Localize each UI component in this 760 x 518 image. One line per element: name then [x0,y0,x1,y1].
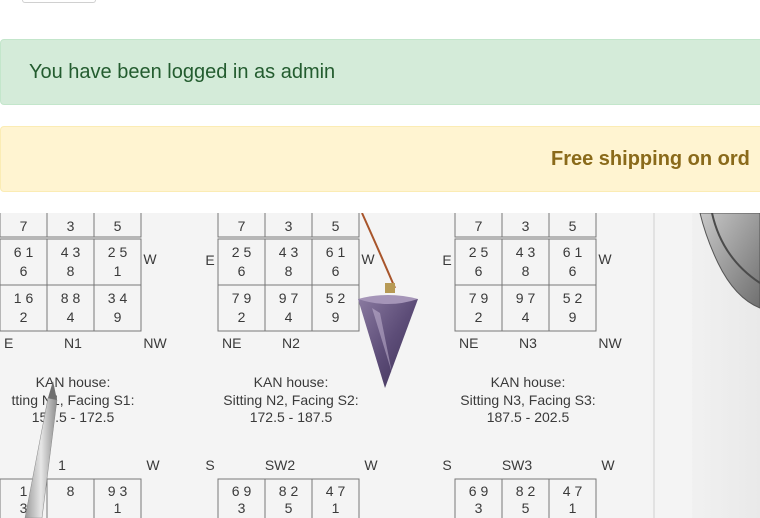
direction-label: N3 [519,335,537,351]
chart-house-label: KAN house: [491,374,566,390]
chart-number: 6 1 [326,244,346,260]
direction-label: NE [222,335,241,351]
chart-number: 6 1 [14,244,34,260]
chart-number: 4 7 [563,483,583,499]
chart-number: 2 [238,309,246,325]
chart-number: 3 [238,500,246,516]
direction-label: S [205,457,214,473]
chart-house-label: KAN house: [254,374,329,390]
chart-number: 1 [114,500,122,516]
chart-number: 6 1 [563,244,583,260]
chart-number: 9 3 [108,483,128,499]
direction-label: E [4,335,13,351]
chart-number: 6 9 [232,483,252,499]
chart-number: 5 2 [563,290,583,306]
chart-number: 7 [475,218,483,234]
direction-label: SW2 [265,457,296,473]
chart-number: 2 [475,309,483,325]
chart-number: 4 3 [61,244,81,260]
chart-number: 9 7 [279,290,299,306]
chart-number: 2 [20,309,28,325]
direction-label: NW [598,335,622,351]
chart-house-label: KAN house: [36,374,111,390]
chart-number: 8 2 [279,483,299,499]
direction-label: E [442,252,451,268]
direction-label: W [143,251,157,267]
chart-number: 5 [285,500,293,516]
chart-number: 7 [238,218,246,234]
chart-number: 3 4 [108,290,128,306]
promo-banner-text: Free shipping on ord [551,148,750,170]
direction-label: S [442,457,451,473]
chart-number: 6 [332,263,340,279]
chart-number: 3 [285,218,293,234]
chart-number: 6 [569,263,577,279]
chart-number: 3 [522,218,530,234]
chart-number: 3 [475,500,483,516]
chart-sitting-label: tting N1, Facing S1: [12,392,135,408]
chart-number: 9 7 [516,290,536,306]
chart-number: 9 [569,309,577,325]
chart-number: 1 [332,500,340,516]
chart-number: 7 [20,218,28,234]
direction-label: W [361,251,375,267]
login-success-alert: You have been logged in as admin [0,39,760,105]
chart-number: 5 [114,218,122,234]
chart-number: 4 [67,309,75,325]
promo-banner: Free shipping on ord [0,126,760,192]
direction-label: NE [459,335,478,351]
chart-number: 5 [332,218,340,234]
chart-degree-label: 187.5 - 202.5 [487,409,570,425]
chart-number: 5 [522,500,530,516]
chart-number: 7 9 [232,290,252,306]
direction-label: W [146,457,160,473]
chart-number: 6 9 [469,483,489,499]
chart-sitting-label: Sitting N2, Facing S2: [223,392,358,408]
chart-number: 6 [238,263,246,279]
chart-number: 7 9 [469,290,489,306]
chart-number: 5 [569,218,577,234]
chart-number: 8 [67,483,75,499]
chart-number: 6 [475,263,483,279]
direction-label: W [598,251,612,267]
chart-number: 4 [522,309,530,325]
chart-degree-label: 172.5 - 187.5 [250,409,333,425]
top-button-edge[interactable] [22,0,96,3]
chart-number: 8 2 [516,483,536,499]
hero-photo: 7 3 5 6 1 6 4 3 8 2 5 1 1 6 2 8 8 4 3 4 9 W E N1 NW KAN hou… [0,213,760,518]
chart-number: 4 7 [326,483,346,499]
direction-label: W [601,457,615,473]
chart-number: 8 [285,263,293,279]
direction-label: N1 [64,335,82,351]
chart-number: 3 [67,218,75,234]
chart-number: 8 [522,263,530,279]
direction-label: W [364,457,378,473]
chart-number: 9 [114,309,122,325]
chart-number: 6 [20,263,28,279]
chart-number: 8 8 [61,290,81,306]
login-success-message: You have been logged in as admin [29,61,336,83]
chart-number: 4 [285,309,293,325]
hero-image: 7 3 5 6 1 6 4 3 8 2 5 1 1 6 2 8 8 4 3 4 9 W E N1 NW KAN hou… [0,213,760,518]
direction-label: N2 [282,335,300,351]
direction-label: E [205,252,214,268]
chart-sitting-label: Sitting N3, Facing S3: [460,392,595,408]
direction-label: 1 [58,457,66,473]
chart-number: 5 2 [326,290,346,306]
direction-label: SW3 [502,457,533,473]
chart-number: 1 6 [14,290,34,306]
chart-number: 8 [67,263,75,279]
chart-number: 9 [332,309,340,325]
direction-label: NW [143,335,167,351]
chart-number: 2 5 [108,244,128,260]
chart-number: 4 3 [279,244,299,260]
chart-number: 2 5 [469,244,489,260]
chart-number: 2 5 [232,244,252,260]
chart-number: 1 [569,500,577,516]
chart-number: 1 [114,263,122,279]
chart-number: 4 3 [516,244,536,260]
chart-number: 1 [20,483,28,499]
